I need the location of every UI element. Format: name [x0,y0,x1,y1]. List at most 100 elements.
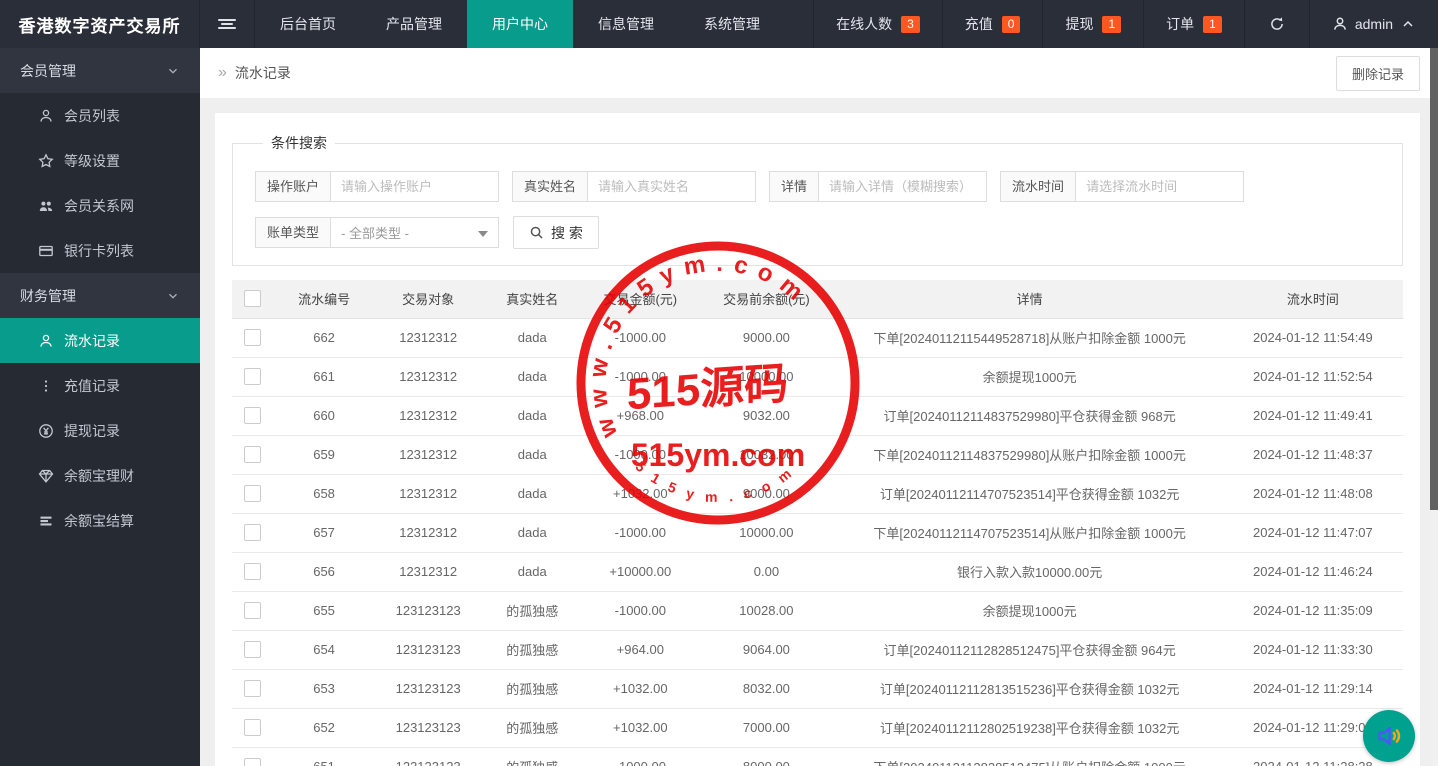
top-nav-item[interactable]: 信息管理 [573,0,679,48]
sidebar-item[interactable]: 银行卡列表 [0,228,200,273]
cell-real-name: dada [480,357,585,397]
row-select-cell [232,591,273,631]
sidebar-item-label: 会员列表 [64,107,120,124]
username-label: admin [1354,16,1393,32]
refresh-button[interactable] [1243,0,1309,48]
table-row: 653 123123123 的孤独感 +1032.00 8032.00 订单[2… [232,669,1403,709]
row-checkbox[interactable] [243,485,261,503]
cell-detail: 订单[20240112112813515236]平仓获得金额 1032元 [836,669,1223,709]
sidebar-item[interactable]: 余额宝结算 [0,498,200,543]
content: 条件搜索 操作账户 真实姓名 [200,98,1438,766]
sidebar-item-label: 余额宝结算 [64,512,134,529]
cell-balance-before: 9064.00 [696,630,837,670]
topbar-stat-item[interactable]: 在线人数 3 [813,0,942,48]
cell-flow-id: 653 [272,669,377,709]
row-checkbox[interactable] [243,719,261,737]
cell-trade-target: 12312312 [376,318,481,358]
search-icon [530,226,543,239]
row-checkbox[interactable] [243,758,261,766]
cell-detail: 订单[20240112114707523514]平仓获得金额 1032元 [836,474,1223,514]
sidebar-item-label: 流水记录 [64,332,120,349]
stat-count-badge: 0 [1001,15,1021,33]
search-input[interactable] [1075,171,1245,202]
cell-amount: +964.00 [584,630,697,670]
delete-records-button[interactable]: 删除记录 [1335,55,1420,91]
bill-type-group: 账单类型 - 全部类型 - [255,217,500,248]
cell-flow-time: 2024-01-12 11:54:49 [1222,318,1403,358]
search-field-group: 详情 [769,171,988,202]
sidebar-item[interactable]: 余额宝理财 [0,453,200,498]
sidebar-item[interactable]: 流水记录 [0,318,200,363]
row-checkbox[interactable] [243,329,261,347]
sound-toggle-button[interactable] [1363,710,1415,762]
content-card: 条件搜索 操作账户 真实姓名 [215,113,1420,766]
cell-flow-id: 657 [272,513,377,553]
sidebar-item-label: 会员关系网 [64,197,134,214]
row-checkbox[interactable] [243,602,261,620]
row-checkbox[interactable] [243,446,261,464]
cell-amount: +968.00 [584,396,697,436]
cell-flow-time: 2024-01-12 11:47:07 [1222,513,1403,553]
user-menu[interactable]: admin [1308,0,1438,48]
cell-trade-target: 123123123 [376,669,481,709]
cell-real-name: 的孤独感 [480,708,585,748]
bill-type-select[interactable]: - 全部类型 - [330,217,500,248]
cell-real-name: 的孤独感 [480,630,585,670]
table-row: 656 12312312 dada +10000.00 0.00 银行入款入款1… [232,552,1403,592]
top-nav-item[interactable]: 系统管理 [679,0,785,48]
row-checkbox[interactable] [243,641,261,659]
cell-flow-time: 2024-01-12 11:52:54 [1222,357,1403,397]
chevron-down-icon [169,293,177,299]
column-header: 交易对象 [376,280,481,319]
row-checkbox[interactable] [243,368,261,386]
cell-flow-id: 655 [272,591,377,631]
scrollbar-thumb[interactable] [1430,48,1438,510]
top-nav-item[interactable]: 用户中心 [467,0,573,48]
table-row: 662 12312312 dada -1000.00 9000.00 下单[20… [232,318,1403,358]
row-select-cell [232,630,273,670]
row-checkbox[interactable] [243,680,261,698]
search-input[interactable] [330,171,500,202]
sidebar-item[interactable]: 等级设置 [0,138,200,183]
search-button[interactable]: 搜 索 [513,216,599,249]
dots-icon [38,378,54,394]
select-all-checkbox[interactable] [243,290,261,308]
field-label: 账单类型 [255,217,331,248]
bill-type-value: - 全部类型 - [341,226,409,241]
refresh-icon [1271,17,1283,30]
top-nav-label: 用户中心 [492,16,548,32]
sidebar-item[interactable]: 会员关系网 [0,183,200,228]
cell-flow-time: 2024-01-12 11:48:08 [1222,474,1403,514]
row-select-cell [232,513,273,553]
sidebar-item[interactable]: 充值记录 [0,363,200,408]
row-checkbox[interactable] [243,563,261,581]
sidebar-section-finance[interactable]: 财务管理 [0,273,200,318]
sidebar-item[interactable]: 会员列表 [0,93,200,138]
search-input[interactable] [818,171,988,202]
stat-label: 提现 [1065,16,1094,32]
cell-balance-before: 8032.00 [696,669,837,709]
stat-label: 充值 [964,16,993,32]
sidebar-group-member: 会员列表 等级设置 会员关系网 银行卡列表 [0,93,200,273]
menu-toggle-button[interactable] [200,0,255,48]
search-input[interactable] [587,171,757,202]
cell-detail: 订单[20240112112802519238]平仓获得金额 1032元 [836,708,1223,748]
sidebar-section-member[interactable]: 会员管理 [0,48,200,93]
topbar-stat-item[interactable]: 提现 1 [1042,0,1143,48]
top-navigation: 后台首页 产品管理 用户中心 信息管理 系统管理 [255,0,785,48]
top-nav-item[interactable]: 后台首页 [255,0,361,48]
topbar-stat-item[interactable]: 订单 1 [1143,0,1244,48]
cell-amount: -1000.00 [584,318,697,358]
sidebar-item[interactable]: 提现记录 [0,408,200,453]
row-checkbox[interactable] [243,407,261,425]
search-fields-row: 操作账户 真实姓名 详情 [255,171,1392,202]
topbar-stat-item[interactable]: 充值 0 [941,0,1043,48]
top-nav-item[interactable]: 产品管理 [361,0,467,48]
column-header: 详情 [836,280,1223,319]
cell-real-name: dada [480,396,585,436]
yen-circle-icon [38,423,54,439]
gem-icon [38,468,54,484]
row-checkbox[interactable] [243,524,261,542]
cell-balance-before: 10000.00 [696,513,837,553]
table-row: 661 12312312 dada -1000.00 10000.00 余额提现… [232,357,1403,397]
